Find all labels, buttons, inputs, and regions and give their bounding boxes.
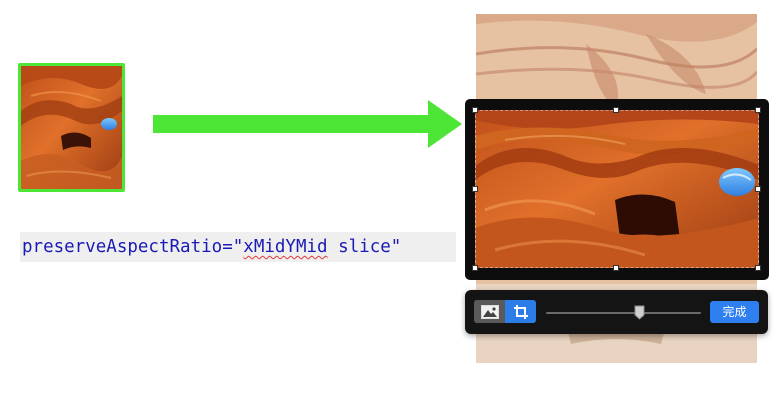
preserve-aspect-ratio-code: preserveAspectRatio="xMidYMid slice" xyxy=(20,232,456,262)
crop-handle-bottom-left[interactable] xyxy=(472,265,478,271)
zoom-slider-track[interactable] xyxy=(546,312,701,314)
code-attribute: preserveAspectRatio xyxy=(22,237,223,257)
crop-handle-bottom-right[interactable] xyxy=(755,265,761,271)
done-button[interactable]: 完成 xyxy=(710,301,759,323)
arrow-right-icon xyxy=(150,98,465,155)
crop-handle-bottom[interactable] xyxy=(613,265,619,271)
crop-icon xyxy=(513,304,528,319)
source-thumbnail xyxy=(18,63,125,192)
crop-handle-top-left[interactable] xyxy=(472,107,478,113)
crop-handle-right[interactable] xyxy=(755,186,761,192)
image-mode-button[interactable] xyxy=(474,300,505,323)
image-icon xyxy=(480,304,499,319)
code-equals: = xyxy=(222,237,233,257)
code-quote-open: " xyxy=(232,237,244,257)
mode-switcher xyxy=(474,300,536,323)
crop-handle-left[interactable] xyxy=(472,186,478,192)
code-value-word: xMidYMid xyxy=(243,237,328,257)
code-quote-close: " xyxy=(390,237,402,257)
crop-mode-button[interactable] xyxy=(505,300,536,323)
crop-handle-top[interactable] xyxy=(613,107,619,113)
crop-selection[interactable] xyxy=(475,110,759,268)
code-value-rest: slice xyxy=(327,237,391,257)
zoom-slider-thumb[interactable] xyxy=(634,305,645,320)
crop-handle-top-right[interactable] xyxy=(755,107,761,113)
